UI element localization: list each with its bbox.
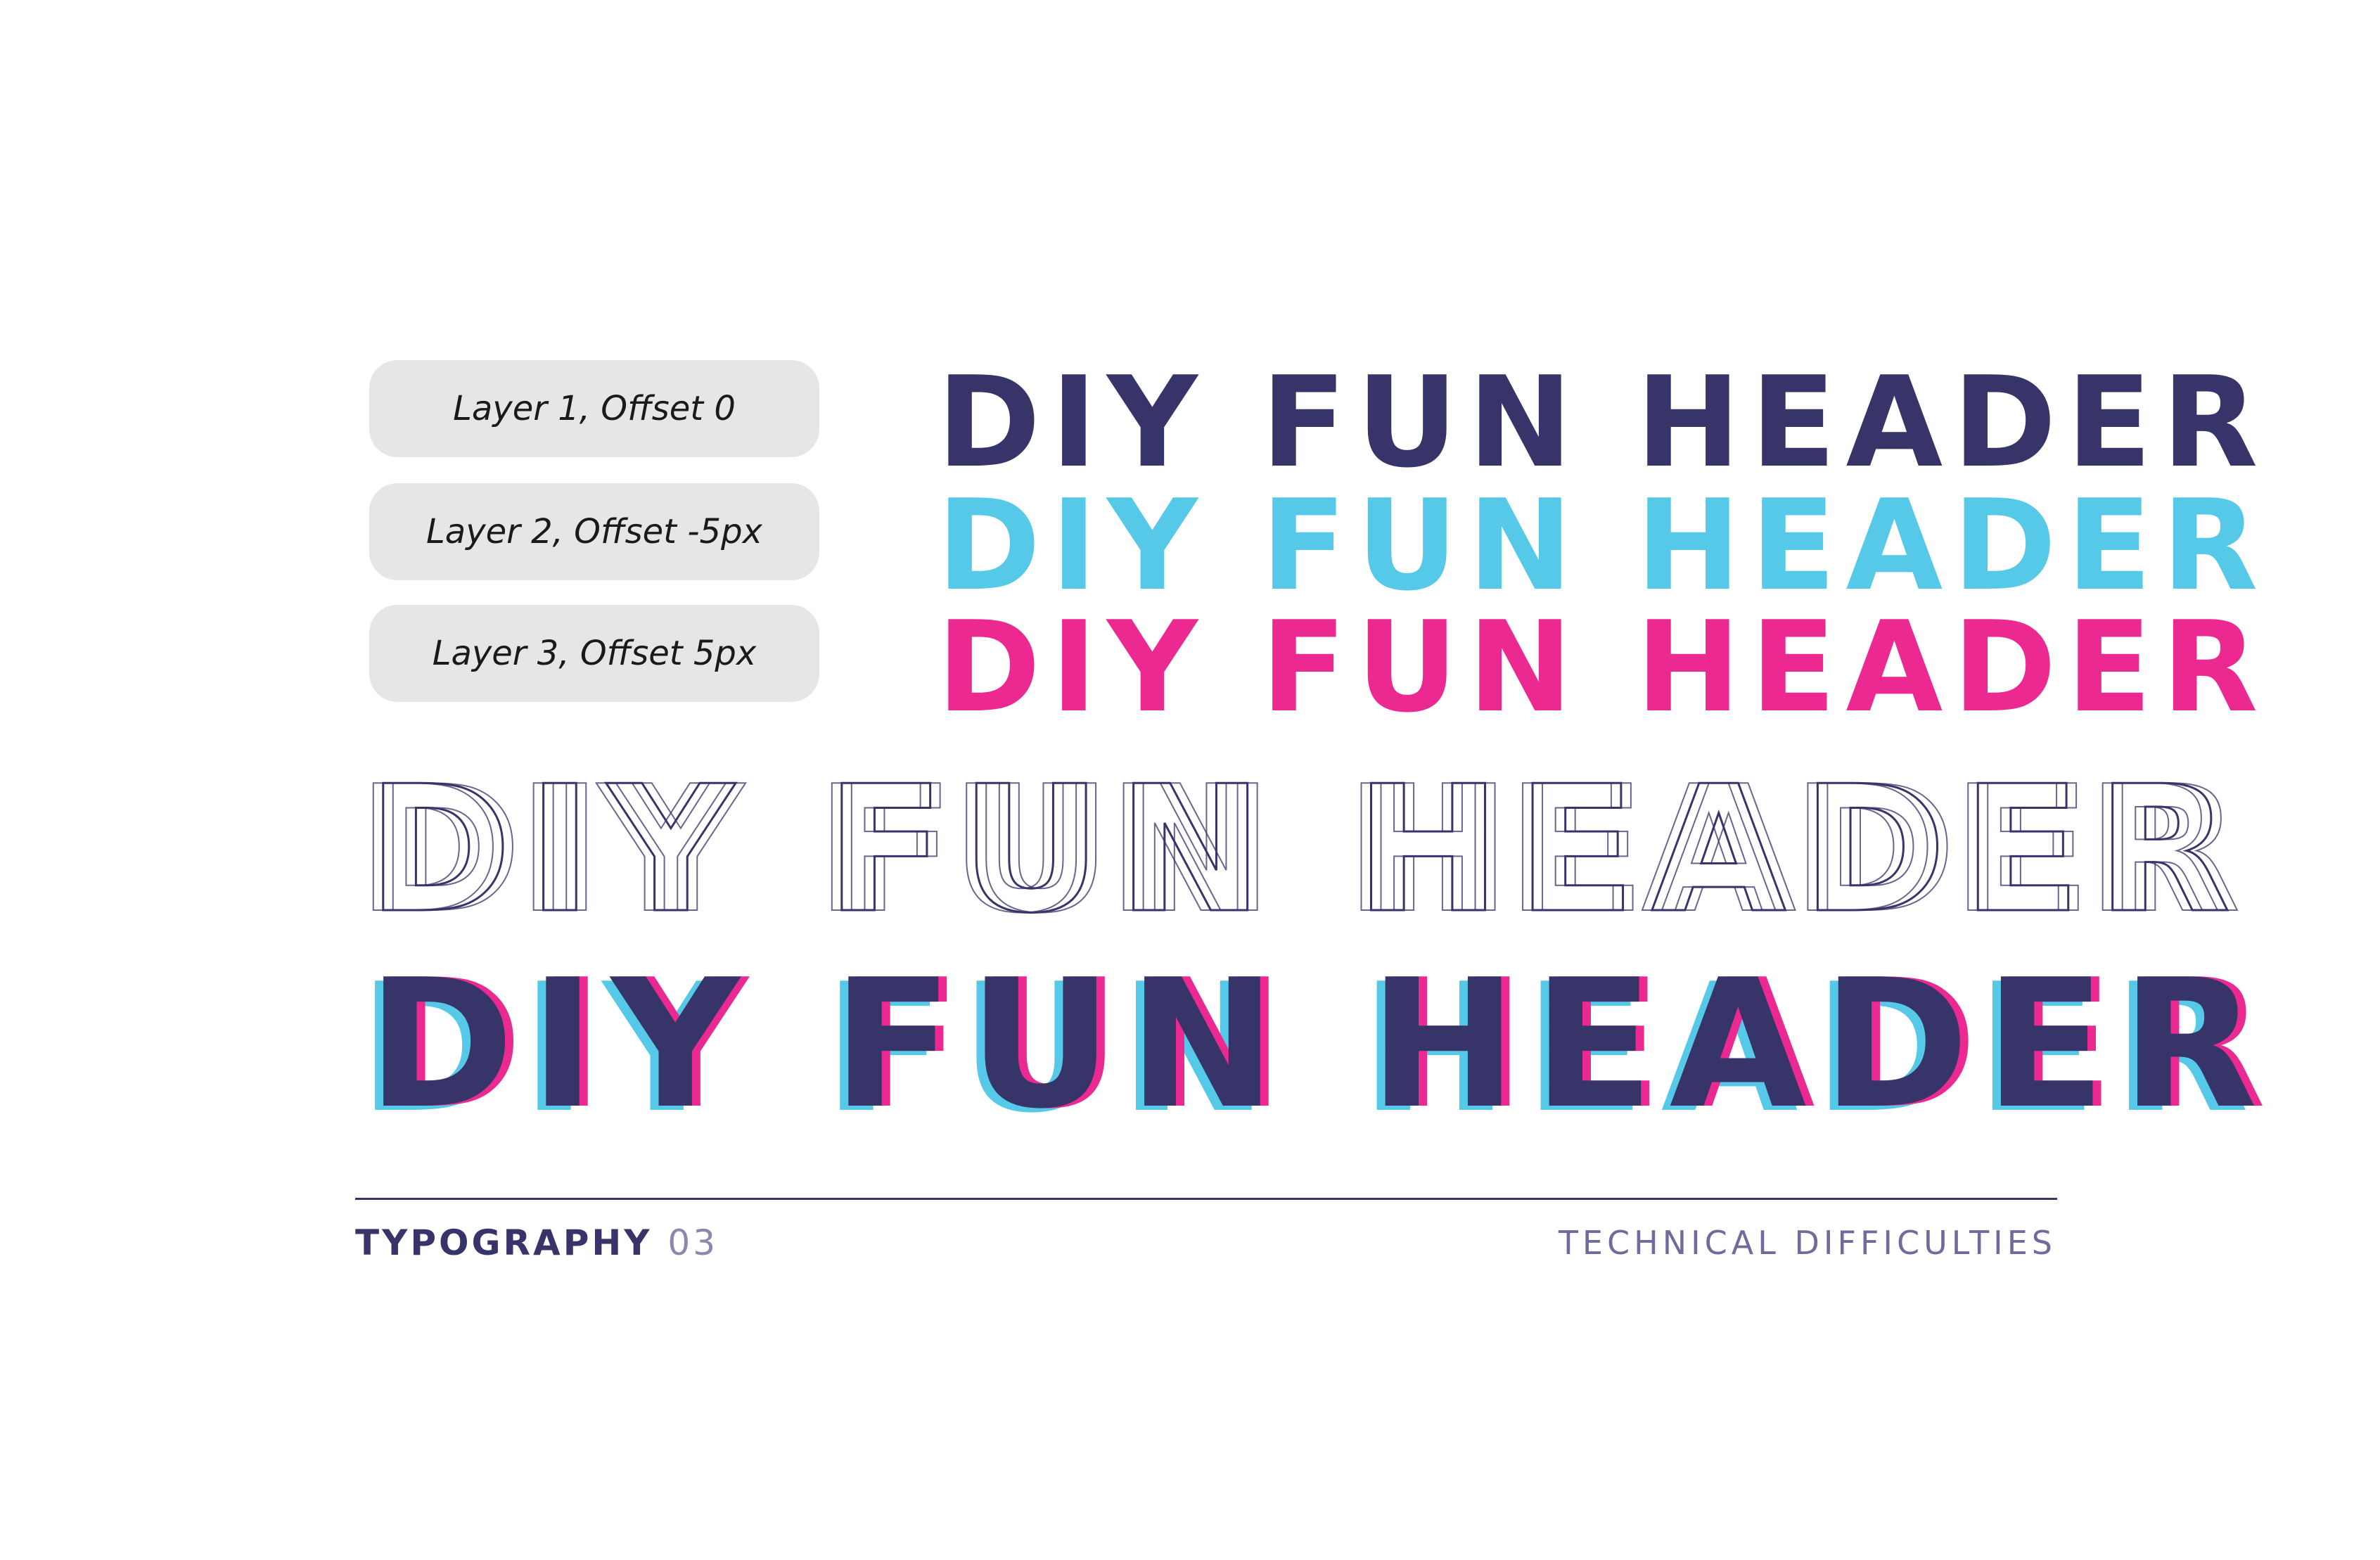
outline-layer-center: DIY FUN HEADER	[366, 749, 2246, 952]
footer-page-number: 03	[667, 1222, 719, 1263]
layer-2-label: Layer 2, Offset -5px	[369, 483, 819, 580]
layer-1-text: Layer 1, Offset 0	[453, 389, 736, 428]
header-layer-2-cyan: DIY FUN HEADER	[937, 473, 2268, 618]
header-stacked-result: DIY FUN HEADER DIY FUN HEADER DIY FUN HE…	[359, 957, 2266, 1153]
footer-divider	[355, 1198, 2057, 1200]
header-layer-1-navy: DIY FUN HEADER	[937, 350, 2268, 495]
layer-3-label: Layer 3, Offset 5px	[369, 605, 819, 702]
layer-3-text: Layer 3, Offset 5px	[432, 634, 757, 673]
footer-subtitle: TECHNICAL DIFFICULTIES	[1558, 1224, 2056, 1262]
footer-title: TYPOGRAPHY	[355, 1222, 653, 1263]
layer-2-text: Layer 2, Offset -5px	[426, 512, 762, 551]
stacked-navy-layer: DIY FUN HEADER	[367, 942, 2273, 1148]
layer-1-label: Layer 1, Offset 0	[369, 360, 819, 457]
header-outline-overlay: DIY FUN HEADER DIY FUN HEADER DIY FUN HE…	[357, 762, 2241, 946]
footer-section-label: TYPOGRAPHY 03	[355, 1222, 718, 1263]
header-layer-3-pink: DIY FUN HEADER	[937, 594, 2268, 740]
